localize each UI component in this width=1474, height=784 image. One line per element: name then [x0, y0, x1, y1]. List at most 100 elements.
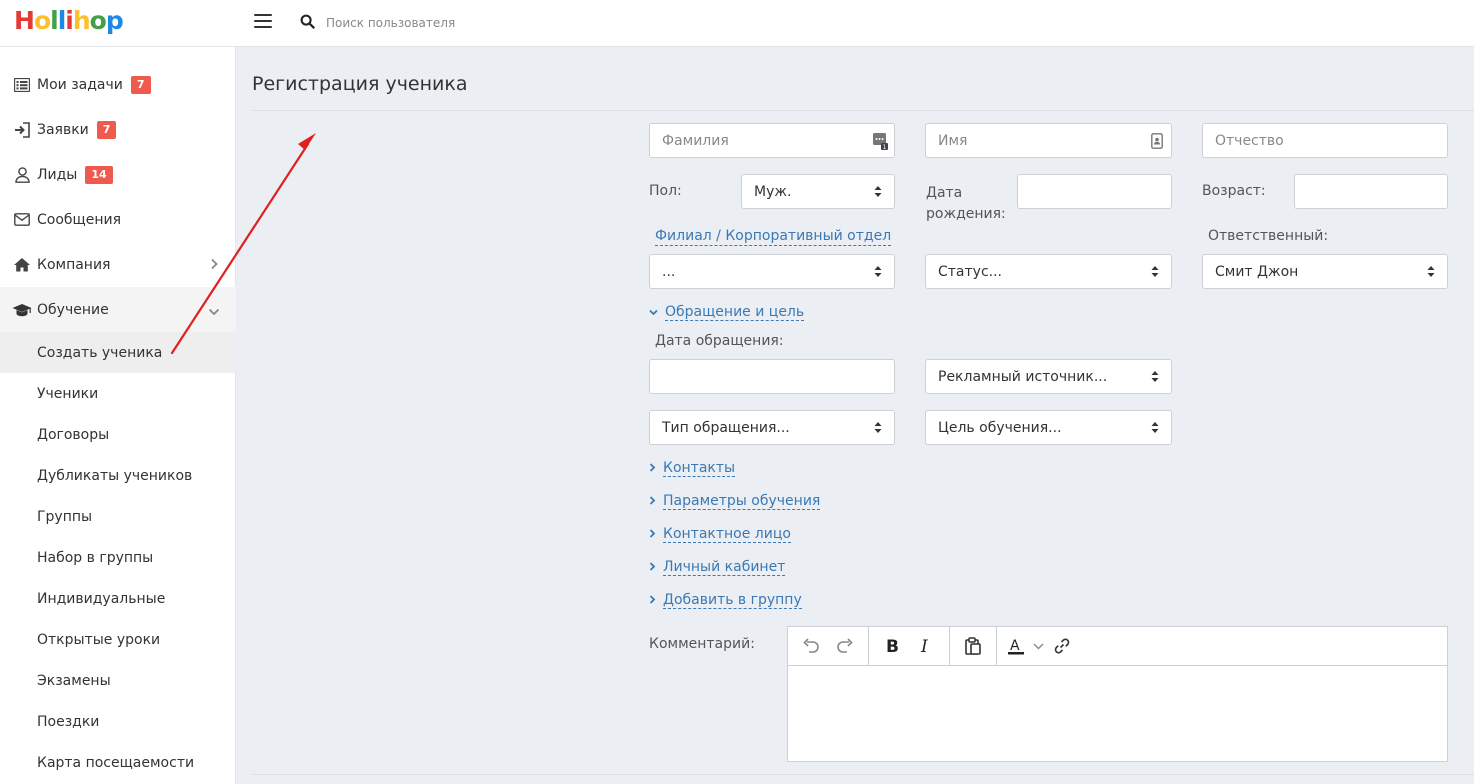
divider — [252, 110, 1474, 111]
lastname-input[interactable] — [650, 124, 894, 157]
sidebar-item-requests[interactable]: Заявки 7 — [0, 107, 236, 152]
birthdate-field[interactable] — [1017, 174, 1172, 209]
undo-icon[interactable] — [794, 627, 828, 665]
toolbar-group-clipboard — [950, 627, 997, 665]
sidebar-item-label: Обучение — [37, 301, 109, 318]
logo-letter: l — [50, 6, 59, 35]
link-icon[interactable] — [1047, 627, 1077, 665]
chevron-down-icon[interactable] — [1029, 627, 1047, 665]
appeal-date-input[interactable] — [650, 360, 894, 393]
section-title: Контактное лицо — [663, 526, 791, 543]
appeal-type-value: Тип обращения... — [662, 419, 790, 436]
logo-letter: H — [14, 6, 35, 35]
search-input[interactable] — [326, 10, 626, 36]
sidebar-subitem-exams[interactable]: Экзамены — [0, 660, 236, 701]
svg-text:1: 1 — [883, 144, 887, 150]
logo-letter: l — [57, 6, 67, 35]
appeal-date-label: Дата обращения: — [655, 333, 784, 349]
sort-arrows-icon — [1151, 421, 1159, 438]
italic-icon[interactable]: I — [909, 627, 943, 665]
sidebar-item-label: Заявки — [37, 121, 89, 138]
firstname-input[interactable] — [926, 124, 1171, 157]
toolbar-group-history — [788, 627, 869, 665]
ad-source-select[interactable]: Рекламный источник... — [925, 359, 1172, 394]
study-goal-value: Цель обучения... — [938, 419, 1062, 436]
appeal-type-select[interactable]: Тип обращения... — [649, 410, 895, 445]
study-goal-select[interactable]: Цель обучения... — [925, 410, 1172, 445]
gender-label: Пол: — [649, 183, 682, 199]
sidebar-item-messages[interactable]: Сообщения — [0, 197, 236, 242]
sidebar-subitem-students[interactable]: Ученики — [0, 373, 236, 414]
svg-text:I: I — [920, 638, 928, 654]
branch-value: ... — [662, 263, 676, 280]
age-field[interactable] — [1294, 174, 1448, 209]
sidebar-subitem-individual[interactable]: Индивидуальные — [0, 578, 236, 619]
sidebar-item-education[interactable]: Обучение — [0, 287, 236, 332]
section-contact-person-toggle[interactable]: Контактное лицо — [649, 526, 791, 543]
ad-source-value: Рекламный источник... — [938, 368, 1108, 385]
sidebar-item-my-tasks[interactable]: Мои задачи 7 — [0, 62, 236, 107]
appeal-date-field[interactable] — [649, 359, 895, 394]
gender-select[interactable]: Муж. — [741, 174, 895, 209]
section-study-params-toggle[interactable]: Параметры обучения — [649, 493, 821, 510]
id-badge-icon[interactable] — [1151, 133, 1163, 153]
lastname-field[interactable]: 1 — [649, 123, 895, 158]
sidebar-subitem-contracts[interactable]: Договоры — [0, 414, 236, 455]
text-color-icon[interactable]: A — [1003, 627, 1029, 665]
sort-arrows-icon — [1427, 265, 1435, 282]
logo-letter: p — [105, 6, 124, 35]
responsible-value: Смит Джон — [1215, 263, 1299, 280]
sidebar-subitem-attendance-map[interactable]: Карта посещаемости — [0, 742, 236, 783]
editor-toolbar: B I A — [788, 627, 1447, 666]
contact-card-icon[interactable]: 1 — [872, 132, 888, 154]
section-contacts-toggle[interactable]: Контакты — [649, 460, 736, 477]
section-add-to-group-toggle[interactable]: Добавить в группу — [649, 592, 802, 609]
menu-toggle-icon[interactable] — [254, 14, 272, 30]
status-select[interactable]: Статус... — [925, 254, 1172, 289]
section-personal-account-toggle[interactable]: Личный кабинет — [649, 559, 786, 576]
logo-letter: o — [33, 6, 51, 35]
sort-arrows-icon — [874, 265, 882, 282]
editor-content-area[interactable] — [788, 666, 1447, 762]
sidebar-subitem-duplicates[interactable]: Дубликаты учеников — [0, 455, 236, 496]
sidebar-subitem-trips[interactable]: Поездки — [0, 701, 236, 742]
logo-letter: o — [89, 6, 107, 35]
bold-icon[interactable]: B — [875, 627, 909, 665]
sidebar-subitem-groups[interactable]: Группы — [0, 496, 236, 537]
sort-arrows-icon — [874, 421, 882, 438]
count-badge: 7 — [96, 120, 117, 139]
middlename-field[interactable] — [1202, 123, 1448, 158]
envelope-icon — [12, 211, 32, 229]
paste-icon[interactable] — [956, 627, 990, 665]
middlename-input[interactable] — [1203, 124, 1447, 157]
sidebar-subitem-group-enrollment[interactable]: Набор в группы — [0, 537, 236, 578]
branch-select[interactable]: ... — [649, 254, 895, 289]
age-input[interactable] — [1295, 175, 1447, 208]
sidebar-item-company[interactable]: Компания — [0, 242, 236, 287]
firstname-field[interactable] — [925, 123, 1172, 158]
birthdate-label: Дата рождения: — [926, 183, 1006, 225]
responsible-select[interactable]: Смит Джон — [1202, 254, 1448, 289]
sidebar-subitem-create-student[interactable]: Создать ученика — [0, 332, 236, 373]
count-badge: 14 — [85, 165, 113, 184]
logo[interactable]: Hollihop — [14, 6, 124, 35]
sort-arrows-icon — [1151, 265, 1159, 282]
toolbar-group-format: B I — [869, 627, 950, 665]
home-icon — [12, 256, 32, 274]
chevron-right-icon — [649, 559, 656, 576]
graduation-cap-icon — [12, 301, 32, 319]
birthdate-label-line: рождения: — [926, 206, 1006, 222]
sidebar-item-label: Лиды — [37, 166, 78, 183]
sidebar-item-label: Мои задачи — [37, 76, 123, 93]
sidebar-subitem-open-lessons[interactable]: Открытые уроки — [0, 619, 236, 660]
top-bar: Hollihop — [0, 0, 1474, 47]
section-appeal-toggle[interactable]: Обращение и цель — [649, 304, 805, 321]
divider — [252, 774, 1474, 775]
branch-link[interactable]: Филиал / Корпоративный отдел — [655, 228, 892, 246]
sidebar-item-leads[interactable]: Лиды 14 — [0, 152, 236, 197]
birthdate-input[interactable] — [1018, 175, 1171, 208]
chevron-right-icon — [649, 592, 656, 609]
redo-icon[interactable] — [828, 627, 862, 665]
sidebar-item-label: Сообщения — [37, 211, 122, 228]
gender-value: Муж. — [754, 183, 792, 200]
